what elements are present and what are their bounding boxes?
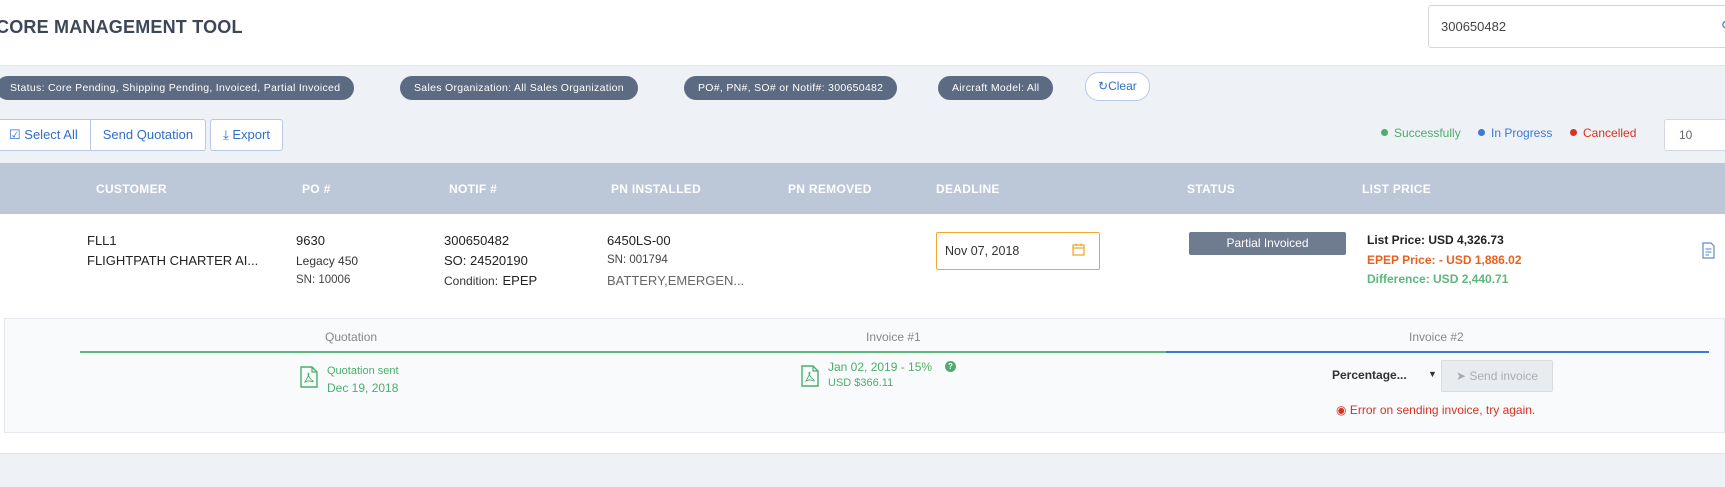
red-dot-icon (1570, 129, 1577, 136)
step-invoice-2: Invoice #2 (1409, 330, 1464, 344)
price-difference: Difference: USD 2,440.71 (1367, 272, 1509, 286)
filter-chip-search[interactable]: PO#, PN#, SO# or Notif#: 300650482 (684, 76, 898, 100)
pdf-file-icon[interactable] (801, 365, 819, 387)
epep-price: EPEP Price: - USD 1,886.02 (1367, 253, 1522, 267)
quotation-date: Dec 19, 2018 (327, 381, 399, 395)
clear-filters-button[interactable]: ↻Clear (1085, 72, 1150, 101)
blue-dot-icon (1478, 129, 1485, 136)
action-button-group: ☑ Select All Send Quotation (0, 119, 207, 151)
error-message-text: Error on sending invoice, try again. (1349, 403, 1536, 417)
download-icon: ⤓ (223, 127, 229, 142)
app-title: CORE MANAGEMENT TOOL (0, 17, 243, 37)
send-invoice-label: Send invoice (1469, 369, 1539, 383)
pn-installed-description: BATTERY,EMERGEN... (607, 273, 745, 288)
select-all-button[interactable]: ☑ Select All (0, 120, 90, 150)
search-input[interactable] (1428, 5, 1710, 48)
status-badge: Partial Invoiced (1189, 232, 1346, 255)
column-header-po[interactable]: PO # (302, 182, 331, 196)
send-invoice-button[interactable]: ➤ Send invoice (1441, 360, 1553, 392)
customer-code: FLL1 (87, 233, 117, 248)
export-label: Export (232, 127, 270, 142)
column-header-pn-removed[interactable]: PN REMOVED (788, 182, 872, 196)
filter-chip-status[interactable]: Status: Core Pending, Shipping Pending, … (0, 76, 355, 100)
legend-successfully: Successfully (1381, 126, 1461, 140)
help-icon[interactable]: ? (945, 361, 956, 372)
paper-plane-icon: ➤ (1455, 369, 1466, 383)
column-header-list-price[interactable]: LIST PRICE (1362, 182, 1431, 196)
column-header-pn-installed[interactable]: PN INSTALLED (611, 182, 701, 196)
clear-label: Clear (1108, 79, 1137, 93)
step-invoice-1: Invoice #1 (866, 330, 921, 344)
invoice-1-date-percent: Jan 02, 2019 - 15% (828, 360, 933, 374)
column-header-customer[interactable]: CUSTOMER (96, 182, 167, 196)
list-price-value: USD 4,326.73 (1428, 233, 1504, 247)
list-price-label: List Price: (1367, 233, 1426, 247)
po-number: 9630 (296, 233, 325, 248)
filter-chip-aircraft-model[interactable]: Aircraft Model: All (938, 76, 1054, 100)
list-price: List Price: USD 4,326.73 (1367, 233, 1504, 247)
condition-label: Condition: (444, 274, 499, 288)
condition: Condition: EPEP (444, 272, 537, 290)
step-quotation: Quotation (325, 330, 378, 344)
calendar-icon[interactable] (1072, 243, 1085, 256)
customer-name: FLIGHTPATH CHARTER AI... (87, 253, 259, 268)
condition-value: EPEP (502, 273, 538, 288)
pn-installed: 6450LS-00 (607, 233, 671, 248)
page-size-select[interactable]: 10 (1664, 119, 1725, 151)
document-edit-icon[interactable] (1702, 242, 1716, 259)
filter-chip-sales-org[interactable]: Sales Organization: All Sales Organizati… (400, 76, 638, 100)
pn-installed-serial: SN: 001794 (607, 254, 668, 266)
comment-icon: ◉ (1336, 403, 1347, 417)
green-dot-icon (1381, 129, 1388, 136)
pdf-file-icon[interactable] (300, 366, 318, 388)
top-bar: CORE MANAGEMENT TOOL ⚲ (0, 0, 1725, 66)
refresh-icon: ↻ (1098, 79, 1109, 93)
aircraft-model: Legacy 450 (296, 254, 359, 268)
export-button[interactable]: ⤓ Export (210, 119, 283, 151)
progress-line-completed (80, 351, 1166, 353)
error-message: ◉ Error on sending invoice, try again. (1336, 403, 1535, 417)
legend-in-progress: In Progress (1478, 126, 1552, 140)
percentage-select[interactable]: Percentage... (1332, 368, 1437, 382)
legend-cancelled: Cancelled (1570, 126, 1636, 140)
progress-line-in-progress (1166, 351, 1709, 353)
search-icon: ⚲ (1721, 18, 1725, 34)
send-quotation-button[interactable]: Send Quotation (89, 120, 205, 150)
notif-number: 300650482 (444, 233, 510, 248)
column-header-notif[interactable]: NOTIF # (449, 182, 497, 196)
column-header-status[interactable]: STATUS (1187, 182, 1235, 196)
checkbox-icon: ☑ (9, 127, 21, 142)
so-number: SO: 24520190 (444, 253, 528, 268)
select-all-label: Select All (24, 127, 78, 142)
aircraft-serial: SN: 10006 (296, 274, 351, 286)
search-button[interactable]: ⚲ (1709, 5, 1725, 48)
table-header: CUSTOMER PO # NOTIF # PN INSTALLED PN RE… (0, 163, 1725, 214)
quotation-status: Quotation sent (327, 365, 399, 377)
caret-down-icon[interactable]: ▼ (1428, 369, 1437, 379)
invoice-1-amount: USD $366.11 (828, 377, 894, 389)
column-header-deadline[interactable]: DEADLINE (936, 182, 1000, 196)
